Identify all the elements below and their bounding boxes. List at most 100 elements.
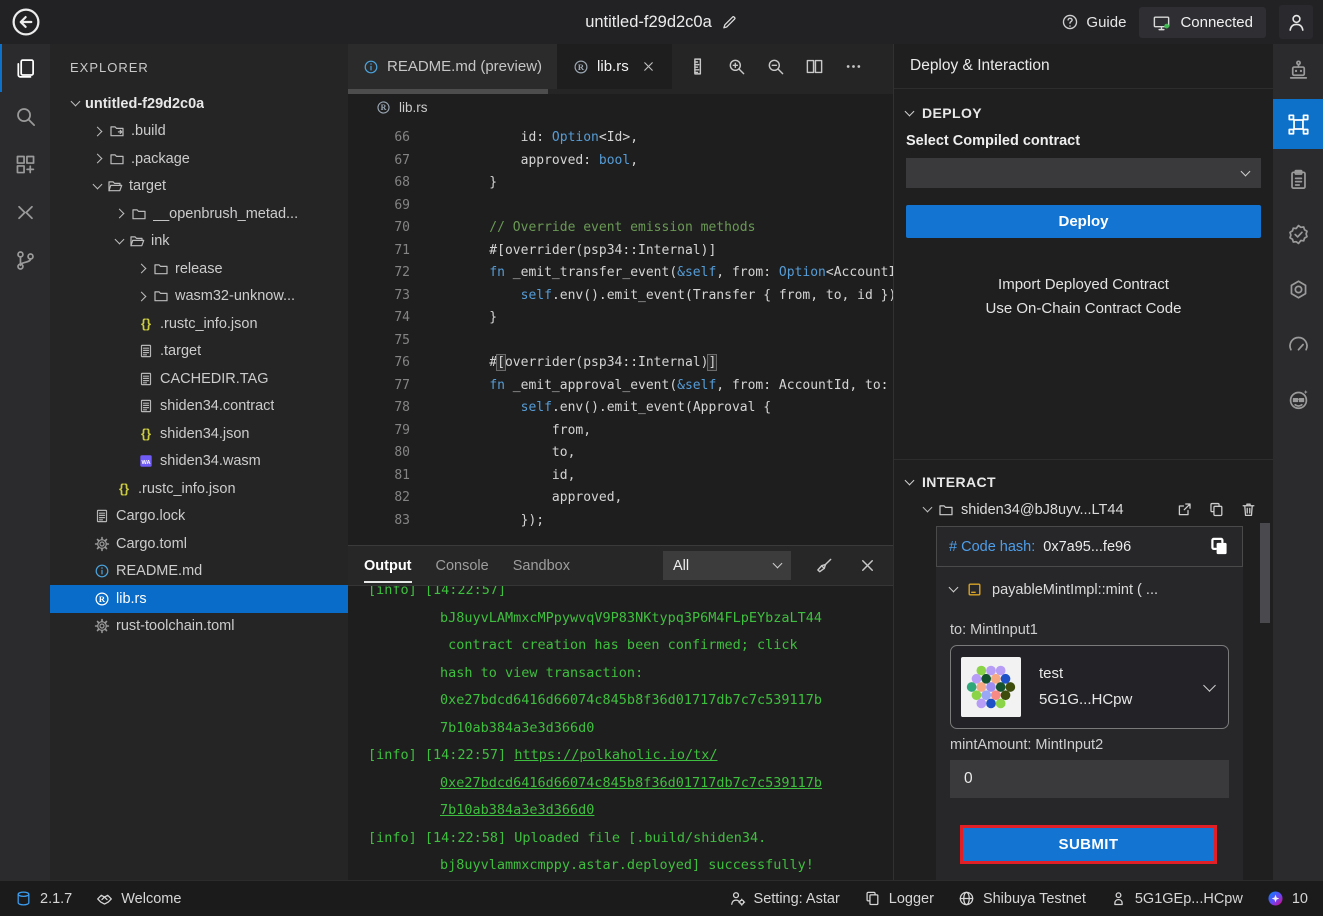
log-link[interactable]: 0xe27bdcd6416d66074c845b8f36d01717db7c7c… bbox=[440, 775, 822, 791]
activity-item-gauge[interactable] bbox=[1273, 319, 1323, 369]
interact-section-header[interactable]: INTERACT bbox=[894, 460, 1273, 500]
panel-tab-console[interactable]: Console bbox=[436, 549, 489, 583]
close-tab-icon[interactable] bbox=[641, 59, 656, 74]
line-number: 70 bbox=[348, 217, 410, 240]
tab-readme[interactable]: README.md (preview) bbox=[348, 44, 558, 89]
tree-item[interactable]: release bbox=[50, 255, 348, 283]
panel-tab-sandbox[interactable]: Sandbox bbox=[513, 549, 570, 583]
log-link[interactable]: 7b10ab384a3e3d366d0 bbox=[440, 802, 594, 818]
tree-item[interactable]: __openbrush_metad... bbox=[50, 200, 348, 228]
edit-title-icon[interactable] bbox=[721, 14, 738, 31]
tab-scrollbar-thumb[interactable] bbox=[348, 89, 548, 94]
panel-tab-output[interactable]: Output bbox=[364, 549, 412, 583]
close-icon[interactable] bbox=[858, 556, 877, 575]
ellipsis-icon[interactable] bbox=[844, 57, 863, 76]
output-log[interactable]: [info] [14:22:57]bJ8uyvLAMmxcMPpywvqV9P8… bbox=[348, 577, 893, 880]
tree-item[interactable]: .target bbox=[50, 338, 348, 366]
activity-item-openai[interactable] bbox=[1273, 264, 1323, 314]
back-arrow-icon bbox=[11, 7, 41, 37]
activity-item-git-branch[interactable] bbox=[0, 236, 50, 284]
log-line: [info] [14:22:57] https://polkaholic.io/… bbox=[368, 742, 893, 770]
account-select[interactable]: test 5G1G...HCpw bbox=[950, 645, 1229, 729]
tree-item[interactable]: {}.rustc_info.json bbox=[50, 475, 348, 503]
tree-item[interactable]: Cargo.toml bbox=[50, 530, 348, 558]
tree-item[interactable]: {}shiden34.json bbox=[50, 420, 348, 448]
tab-lib[interactable]: Rlib.rs bbox=[558, 44, 672, 89]
deploy-section-header[interactable]: DEPLOY bbox=[894, 89, 1273, 131]
log-filter-select[interactable]: All bbox=[663, 551, 791, 580]
zoom-in-icon[interactable] bbox=[727, 57, 746, 76]
zoom-out-icon[interactable] bbox=[766, 57, 785, 76]
tree-item[interactable]: target bbox=[50, 173, 348, 201]
status-item-astar[interactable]: 10 bbox=[1267, 890, 1308, 907]
breadcrumb[interactable]: R lib.rs bbox=[348, 94, 893, 120]
tree-item[interactable]: shiden34.contract bbox=[50, 393, 348, 421]
open-external-icon[interactable] bbox=[1176, 501, 1193, 518]
tree-item[interactable]: .package bbox=[50, 145, 348, 173]
copy-hash-icon[interactable] bbox=[1209, 536, 1230, 557]
copy-icon[interactable] bbox=[1208, 501, 1225, 518]
tree-item[interactable]: untitled-f29d2c0a bbox=[50, 90, 348, 118]
submit-button[interactable]: SUBMIT bbox=[963, 828, 1214, 861]
activity-item-deploy[interactable] bbox=[1273, 99, 1323, 149]
tree-item[interactable]: WAshiden34.wasm bbox=[50, 448, 348, 476]
chevron-down-icon bbox=[773, 559, 783, 569]
activity-item-robot[interactable] bbox=[1273, 44, 1323, 94]
code-line: 71 #[overrider(psp34::Internal)] bbox=[348, 240, 893, 263]
delete-icon[interactable] bbox=[1240, 501, 1257, 518]
tree-item[interactable]: README.md bbox=[50, 558, 348, 586]
activity-item-collapse[interactable] bbox=[0, 188, 50, 236]
log-link[interactable]: https://polkaholic.io/tx/ bbox=[514, 747, 717, 763]
tree-item[interactable]: Cargo.lock bbox=[50, 503, 348, 531]
status-item-handshake[interactable]: Welcome bbox=[96, 890, 181, 907]
tree-item-label: shiden34.contract bbox=[160, 398, 274, 414]
tree-item-label: shiden34.json bbox=[160, 426, 250, 442]
ruler-icon[interactable] bbox=[688, 57, 707, 76]
account-text: test 5G1G...HCpw bbox=[1039, 661, 1132, 714]
activity-item-files[interactable] bbox=[0, 44, 50, 92]
mint-amount-input[interactable]: 0 bbox=[950, 760, 1229, 798]
wasm-icon: WA bbox=[138, 453, 154, 469]
activity-item-search[interactable] bbox=[0, 92, 50, 140]
chevron-down-icon bbox=[1241, 166, 1251, 176]
log-line: 7b10ab384a3e3d366d0 bbox=[368, 715, 893, 743]
back-button[interactable] bbox=[8, 4, 44, 40]
split-icon[interactable] bbox=[805, 57, 824, 76]
status-item-database[interactable]: 2.1.7 bbox=[15, 890, 72, 907]
connected-button[interactable]: Connected bbox=[1139, 7, 1266, 38]
activity-item-cool-face[interactable] bbox=[1273, 374, 1323, 424]
tree-item[interactable]: rust-toolchain.toml bbox=[50, 613, 348, 641]
tree-item[interactable]: ink bbox=[50, 228, 348, 256]
tree-item[interactable]: wasm32-unknow... bbox=[50, 283, 348, 311]
import-deployed-contract-link[interactable]: Import Deployed Contract bbox=[894, 276, 1273, 293]
chevron-down-icon bbox=[1203, 679, 1216, 692]
status-item-person-pin[interactable]: 5G1GEp...HCpw bbox=[1110, 890, 1243, 907]
activity-item-badge-check[interactable] bbox=[1273, 209, 1323, 259]
code-editor[interactable]: 66 id: Option<Id>,67 approved: bool,68 }… bbox=[348, 120, 893, 545]
account-button[interactable] bbox=[1279, 5, 1313, 39]
mint-method-row[interactable]: payableMintImpl::mint ( ... bbox=[936, 567, 1243, 600]
status-item-person-gear[interactable]: Setting: Astar bbox=[729, 890, 840, 907]
tree-item[interactable]: CACHEDIR.TAG bbox=[50, 365, 348, 393]
activity-item-clipboard[interactable] bbox=[1273, 154, 1323, 204]
tree-item[interactable]: Rlib.rs bbox=[50, 585, 348, 613]
status-item-pages[interactable]: Logger bbox=[864, 890, 934, 907]
folder-open-icon bbox=[129, 233, 145, 249]
deploy-button[interactable]: Deploy bbox=[906, 205, 1261, 238]
compiled-contract-select[interactable] bbox=[906, 158, 1261, 188]
panel-scrollbar-thumb[interactable] bbox=[1260, 523, 1270, 623]
status-item-globe[interactable]: Shibuya Testnet bbox=[958, 890, 1086, 907]
line-content: to, bbox=[410, 442, 575, 465]
tree-item[interactable]: {}.rustc_info.json bbox=[50, 310, 348, 338]
code-line: 76 #[overrider(psp34::Internal)] bbox=[348, 352, 893, 375]
code-line: 66 id: Option<Id>, bbox=[348, 127, 893, 150]
activity-item-grid-plus[interactable] bbox=[0, 140, 50, 188]
deployed-contract-row[interactable]: shiden34@bJ8uyv...LT44 bbox=[894, 500, 1273, 526]
globe-icon bbox=[958, 890, 975, 907]
guide-button[interactable]: Guide bbox=[1061, 13, 1126, 31]
title-bar: untitled-f29d2c0a Guide Connected bbox=[0, 0, 1323, 44]
broom-icon[interactable] bbox=[815, 556, 834, 575]
use-onchain-code-link[interactable]: Use On-Chain Contract Code bbox=[894, 300, 1273, 317]
tree-item[interactable]: .build bbox=[50, 118, 348, 146]
connected-label: Connected bbox=[1180, 14, 1253, 31]
